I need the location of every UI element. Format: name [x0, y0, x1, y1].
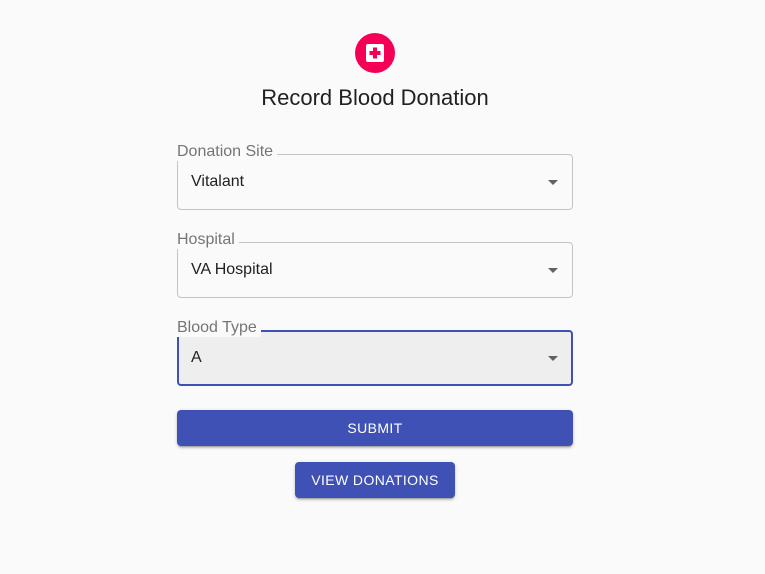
dropdown-arrow-icon: [548, 180, 558, 185]
view-donations-button[interactable]: View Donations: [295, 462, 455, 498]
record-donation-page: Record Blood Donation Vitalant Donation …: [0, 0, 765, 574]
medical-cross-icon: [366, 44, 384, 62]
hospital-value: VA Hospital: [191, 261, 273, 278]
hospital-select[interactable]: VA Hospital: [177, 242, 573, 298]
donation-site-value: Vitalant: [191, 173, 245, 190]
donation-site-select[interactable]: Vitalant: [177, 154, 573, 210]
blood-type-field: A Blood Type: [177, 319, 573, 386]
blood-type-label: Blood Type: [177, 319, 261, 337]
dropdown-arrow-icon: [548, 268, 558, 273]
donation-site-label: Donation Site: [177, 143, 278, 161]
blood-type-select[interactable]: A: [177, 330, 573, 386]
hospital-label: Hospital: [177, 231, 239, 249]
dropdown-arrow-icon: [548, 356, 558, 361]
page-title: Record Blood Donation: [261, 85, 489, 110]
blood-type-value: A: [191, 349, 202, 366]
avatar: [355, 33, 395, 73]
donation-site-field: Vitalant Donation Site: [177, 143, 573, 210]
hospital-field: VA Hospital Hospital: [177, 231, 573, 298]
submit-button[interactable]: Submit: [177, 410, 573, 446]
